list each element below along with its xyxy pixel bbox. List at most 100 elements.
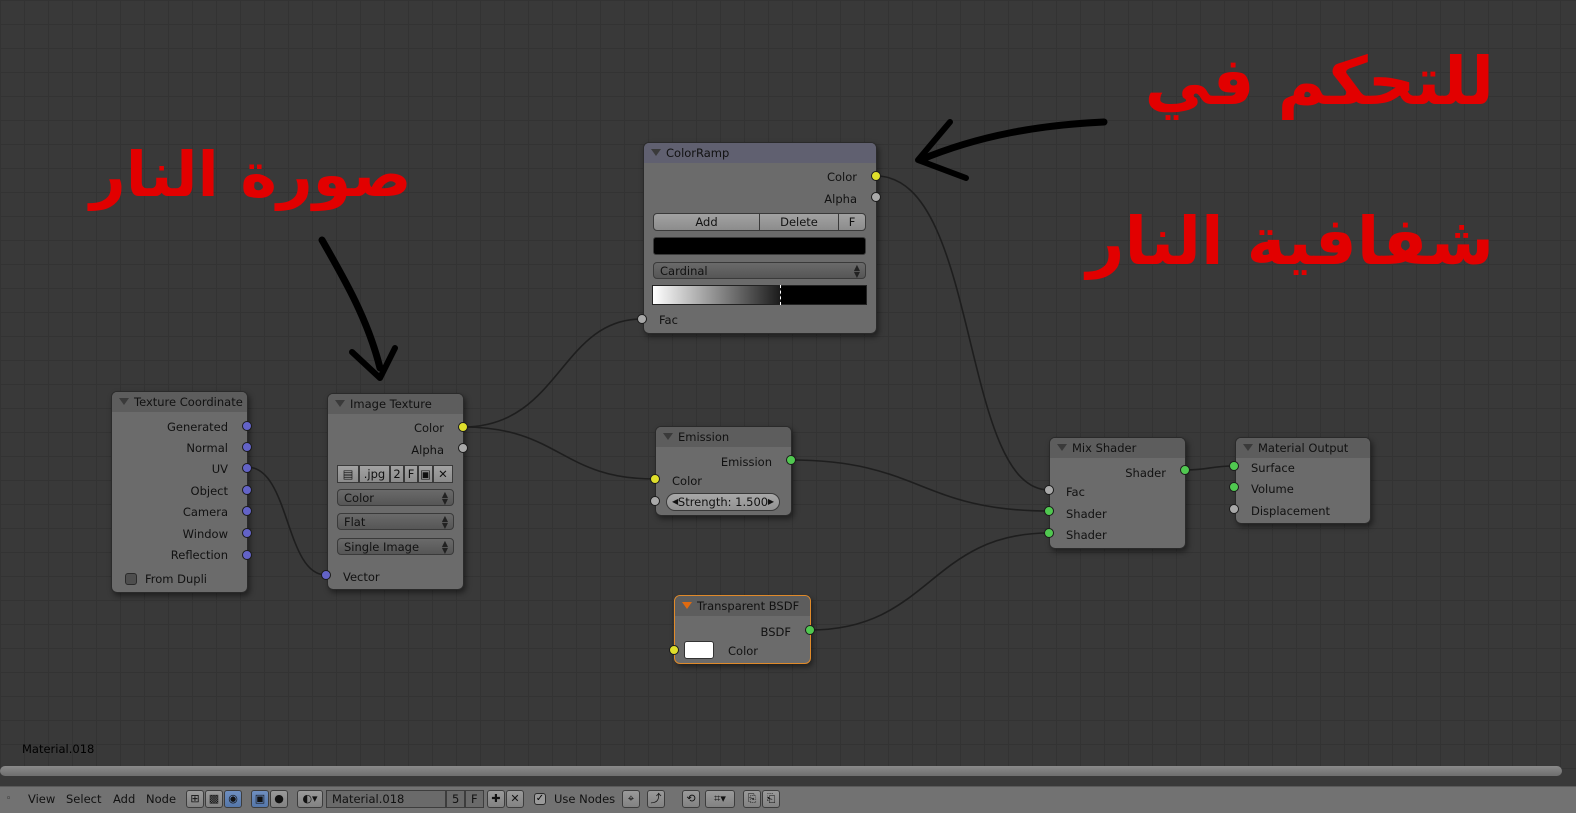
socket-emission-out[interactable] [786,455,796,465]
color-space-dropdown[interactable]: Color ▲ ▼ [337,489,454,506]
node-header[interactable]: Mix Shader [1050,438,1185,458]
socket-ramp-alpha[interactable] [871,192,881,202]
socket-output-volume[interactable] [1229,482,1239,492]
object-shader-icon[interactable]: ▣ [251,790,269,808]
socket-camera[interactable] [242,506,252,516]
shader-nodes-icon[interactable]: ⊞ [186,790,204,808]
socket-object[interactable] [242,485,252,495]
socket-emission-strength[interactable] [650,496,660,506]
socket-image-vector[interactable] [321,570,331,580]
collapse-triangle-icon[interactable] [682,602,692,609]
dropdown-value: Single Image [344,540,420,554]
ramp-add-button[interactable]: Add [653,213,760,231]
menu-node[interactable]: Node [146,790,176,808]
node-header[interactable]: Texture Coordinate [112,392,247,412]
socket-mix-shader1[interactable] [1044,506,1054,516]
ramp-flip-button[interactable]: F [838,213,866,231]
unlink-material-icon[interactable]: ✕ [506,790,524,808]
node-header[interactable]: ColorRamp [644,143,876,163]
socket-reflection[interactable] [242,550,252,560]
image-name-field[interactable]: .jpg [359,465,390,483]
collapse-triangle-icon[interactable] [1243,444,1253,451]
node-header[interactable]: Emission [656,427,791,447]
image-texture-node[interactable]: Image Texture Color Alpha ▤ .jpg 2 F ▣ ✕… [327,393,464,590]
new-material-icon[interactable]: ✚ [487,790,505,808]
transparent-bsdf-node[interactable]: Transparent BSDF BSDF Color [674,595,811,664]
collapse-triangle-icon[interactable] [335,400,345,407]
updown-arrows-icon: ▲ ▼ [441,490,448,506]
menu-add[interactable]: Add [113,790,135,808]
pin-icon[interactable]: ⌖ [622,790,640,808]
material-users-field[interactable]: 5 [446,790,465,808]
ramp-delete-button[interactable]: Delete [759,213,839,231]
texture-nodes-icon[interactable]: ▩ [205,790,223,808]
compositing-nodes-icon[interactable]: ◉ [224,790,242,808]
increment-arrow-icon[interactable]: ▶ [768,494,774,510]
image-browse-button[interactable]: ▤ [337,465,359,483]
interpolation-dropdown[interactable]: Cardinal ▲ ▼ [653,262,866,279]
active-stop-color-swatch[interactable] [653,237,866,255]
projection-dropdown[interactable]: Flat ▲ ▼ [337,513,454,530]
socket-mix-fac[interactable] [1044,485,1054,495]
image-open-button[interactable]: ▣ [418,465,433,483]
collapse-triangle-icon[interactable] [119,398,129,405]
material-fake-user-button[interactable]: F [465,790,484,808]
source-dropdown[interactable]: Single Image ▲ ▼ [337,538,454,555]
mix-shader-node[interactable]: Mix Shader Shader Fac Shader Shader [1049,437,1186,549]
material-browse-icon[interactable]: ◐▾ [297,790,323,808]
socket-ramp-fac[interactable] [637,314,647,324]
socket-mix-shader2[interactable] [1044,528,1054,538]
image-unlink-button[interactable]: ✕ [433,465,453,483]
go-to-parent-icon[interactable]: ⤴ [647,790,665,808]
menu-view[interactable]: View [28,790,55,808]
strength-slider[interactable]: ◀ Strength: 1.500 ▶ [666,493,780,511]
auto-offset-icon[interactable]: ⟲ [682,790,700,808]
horizontal-scrollbar[interactable] [0,766,1562,776]
node-header[interactable]: Material Output [1236,438,1370,458]
paste-nodes-icon[interactable]: ⎗ [762,790,780,808]
decrement-arrow-icon[interactable]: ◀ [672,494,678,510]
from-dupli-checkbox[interactable] [125,573,137,585]
ramp-stop-marker[interactable] [780,285,781,305]
output-shader-label: Shader [1125,466,1166,480]
snap-icon[interactable]: ⌗▾ [705,790,735,808]
material-name-field[interactable]: Material.018 [326,790,446,808]
node-header[interactable]: Image Texture [328,394,463,414]
editor-type-icon[interactable]: ◦ [6,790,11,808]
emission-node[interactable]: Emission Emission Color ◀ Strength: 1.50… [655,426,792,516]
socket-normal[interactable] [242,442,252,452]
socket-bsdf-out[interactable] [805,625,815,635]
collapse-triangle-icon[interactable] [1057,444,1067,451]
output-generated-label: Generated [166,420,228,434]
color-ramp-gradient[interactable] [652,285,867,305]
socket-bsdf-color[interactable] [669,645,679,655]
menu-select[interactable]: Select [66,790,101,808]
image-fake-user-button[interactable]: F [404,465,418,483]
texture-coordinate-node[interactable]: Texture Coordinate Generated Normal UV O… [111,391,248,593]
material-output-node[interactable]: Material Output Surface Volume Displacem… [1235,437,1371,524]
node-header[interactable]: Transparent BSDF [675,596,810,616]
input-color-label: Color [728,644,759,658]
image-users-count[interactable]: 2 [390,465,404,483]
input-vector-label: Vector [343,570,380,584]
collapse-triangle-icon[interactable] [651,149,661,156]
node-title: Emission [678,430,730,444]
socket-mix-out[interactable] [1180,465,1190,475]
socket-output-surface[interactable] [1229,461,1239,471]
color-ramp-node[interactable]: ColorRamp Color Alpha Add Delete F Cardi… [643,142,877,334]
collapse-triangle-icon[interactable] [663,433,673,440]
node-title: ColorRamp [666,146,730,160]
socket-image-alpha[interactable] [458,443,468,453]
socket-ramp-color[interactable] [871,171,881,181]
socket-generated[interactable] [242,421,252,431]
socket-image-color[interactable] [458,422,468,432]
socket-window[interactable] [242,528,252,538]
world-shader-icon[interactable]: ● [270,790,288,808]
socket-uv[interactable] [242,463,252,473]
socket-emission-color[interactable] [650,474,660,484]
output-emission-label: Emission [720,455,772,469]
bsdf-color-swatch[interactable] [684,641,714,659]
copy-nodes-icon[interactable]: ⎘ [743,790,761,808]
socket-output-displacement[interactable] [1229,504,1239,514]
use-nodes-checkbox[interactable]: ✓ [534,793,546,805]
